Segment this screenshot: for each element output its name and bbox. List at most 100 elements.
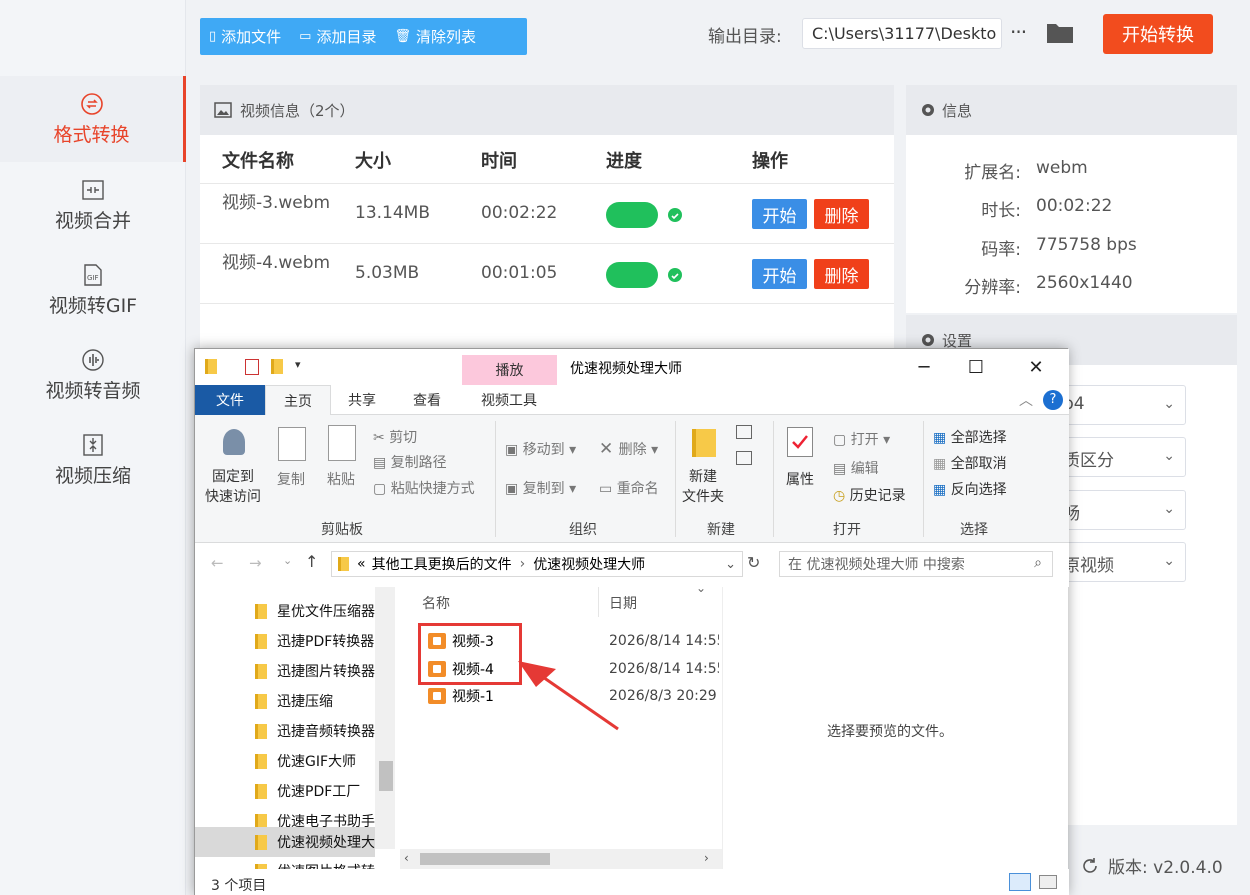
scroll-left-icon[interactable]: ‹	[404, 851, 409, 865]
tab-home[interactable]: 主页	[265, 385, 331, 416]
sidebar-item-audio[interactable]: 视频转音频	[0, 332, 186, 418]
open-folder-icon[interactable]	[1046, 20, 1074, 44]
history-button[interactable]: ◷ 历史记录	[833, 485, 906, 505]
nav-item[interactable]: 优速PDF工厂	[255, 779, 360, 803]
help-icon[interactable]: ?	[1043, 390, 1063, 410]
open-button[interactable]: ▢ 打开 ▾	[833, 429, 890, 449]
file-explorer-window[interactable]: ▾ 播放 优速视频处理大师 ─ ☐ ✕ 文件 主页 共享 查看 视频工具 ︿ ?…	[194, 348, 1069, 895]
sidebar-item-merge[interactable]: 视频合并	[0, 162, 186, 248]
horizontal-scrollbar[interactable]: ‹ ›	[400, 849, 722, 869]
add-file-button[interactable]: ▯ 添加文件	[200, 18, 290, 55]
nav-item-label: 优速PDF工厂	[277, 784, 361, 800]
maximize-button[interactable]: ☐	[947, 349, 1005, 385]
clear-list-button[interactable]: 🗑 清除列表	[385, 18, 485, 55]
select-none-button[interactable]: ▦ 全部取消	[933, 453, 1007, 473]
nav-item[interactable]: 优速GIF大师	[255, 749, 356, 773]
sidebar-item-gif[interactable]: GIF 视频转GIF	[0, 247, 186, 333]
pin-quick-access-button[interactable]: 固定到 快速访问	[205, 467, 261, 507]
nav-item[interactable]: 迅捷音频转换器	[255, 719, 375, 743]
sidebar-item-format-convert[interactable]: 格式转换	[0, 76, 186, 162]
nav-item[interactable]: 优速图片格式转	[255, 859, 375, 869]
version-info[interactable]: 版本: v2.0.4.0	[1080, 853, 1223, 878]
delete-button[interactable]: 删除	[814, 199, 869, 229]
tab-view[interactable]: 查看	[395, 385, 459, 415]
col-date-header[interactable]: 日期	[609, 593, 637, 613]
start-convert-button[interactable]: 开始转换	[1103, 14, 1213, 54]
delete-ribbon-button[interactable]: ✕ 删除 ▾	[599, 439, 658, 459]
rename-button[interactable]: ▭ 重命名	[599, 478, 659, 498]
add-file-label: 添加文件	[221, 28, 282, 46]
forward-arrow-icon[interactable]: →	[249, 554, 262, 572]
chevron-down-icon[interactable]: ⌄	[725, 557, 736, 572]
start-button[interactable]: 开始	[752, 199, 807, 229]
minimize-button[interactable]: ─	[895, 349, 953, 385]
tab-file[interactable]: 文件	[195, 385, 265, 415]
folder-icon	[255, 603, 267, 619]
nav-item[interactable]: 星优文件压缩器	[255, 599, 375, 623]
delete-button[interactable]: 删除	[814, 259, 869, 289]
new-folder-icon[interactable]	[271, 359, 283, 374]
new-folder-button[interactable]: 新建 文件夹	[682, 467, 724, 507]
recent-dropdown-icon[interactable]: ⌄	[283, 554, 292, 567]
col-name-header[interactable]: 名称	[422, 593, 450, 613]
list-item[interactable]: 视频-1	[428, 686, 494, 706]
back-arrow-icon[interactable]: ←	[211, 554, 224, 572]
nav-item[interactable]: 迅捷PDF转换器	[255, 629, 374, 653]
folder-icon	[255, 783, 267, 799]
output-path-field[interactable]: C:\Users\31177\Deskto	[802, 18, 1002, 49]
more-options-button[interactable]: ···	[1010, 20, 1027, 44]
nav-item-selected[interactable]: 优速视频处理大	[255, 830, 375, 854]
scrollbar-thumb[interactable]	[420, 853, 550, 865]
add-folder-button[interactable]: ▭ 添加目录	[290, 18, 385, 55]
paste-shortcut-button[interactable]: ▢ 粘贴快捷方式	[373, 478, 475, 498]
invert-label: 反向选择	[950, 482, 1007, 498]
search-placeholder: 在 优速视频处理大师 中搜索	[788, 557, 965, 573]
table-row[interactable]: 视频-3.webm 13.14MB 00:02:22 开始 删除	[200, 184, 894, 244]
new-folder-icon	[692, 429, 716, 457]
folder-icon	[255, 753, 267, 769]
breadcrumb-item[interactable]: 优速视频处理大师	[533, 554, 645, 574]
select-all-button[interactable]: ▦ 全部选择	[933, 427, 1007, 447]
properties-icon[interactable]	[245, 359, 259, 375]
tab-video-tools[interactable]: 视频工具	[463, 385, 555, 415]
copy-button[interactable]: 复制	[277, 469, 305, 489]
customize-arrow-icon[interactable]: ▾	[295, 358, 301, 371]
nav-item[interactable]: 迅捷压缩	[255, 689, 333, 713]
refresh-icon[interactable]: ↻	[747, 553, 760, 572]
move-icon: ▣	[505, 442, 523, 458]
tab-share[interactable]: 共享	[331, 385, 393, 415]
output-dir-label: 输出目录:	[708, 27, 782, 47]
collapse-ribbon-icon[interactable]: ︿	[1019, 390, 1033, 410]
nav-item[interactable]: 迅捷图片转换器	[255, 659, 375, 683]
copy-path-button[interactable]: ▤ 复制路径	[373, 452, 447, 472]
up-arrow-icon[interactable]: ↑	[305, 552, 318, 571]
start-button[interactable]: 开始	[752, 259, 807, 289]
scroll-right-icon[interactable]: ›	[704, 851, 709, 865]
cut-button[interactable]: ✂ 剪切	[373, 427, 417, 447]
properties-button[interactable]: 属性	[786, 469, 814, 489]
copy-to-button[interactable]: ▣ 复制到 ▾	[505, 478, 576, 498]
address-bar[interactable]: « 其他工具更换后的文件 › 优速视频处理大师 ⌄	[331, 551, 743, 577]
new-item-icon[interactable]	[736, 425, 752, 439]
edit-button[interactable]: ▤ 编辑	[833, 458, 879, 478]
breadcrumb-item[interactable]: 其他工具更换后的文件	[372, 554, 512, 574]
file-count-label: 视频信息（2个）	[240, 101, 355, 120]
gear-icon	[922, 104, 934, 116]
breadcrumb-overflow[interactable]: «	[357, 556, 366, 572]
table-row[interactable]: 视频-4.webm 5.03MB 00:01:05 开始 删除	[200, 244, 894, 304]
context-tab-play[interactable]: 播放	[462, 355, 557, 385]
invert-selection-button[interactable]: ▦ 反向选择	[933, 479, 1007, 499]
sidebar-item-compress[interactable]: 视频压缩	[0, 417, 186, 503]
nav-item-label: 迅捷图片转换器	[277, 664, 375, 680]
paste-button[interactable]: 粘贴	[327, 469, 355, 489]
merge-icon	[82, 180, 104, 200]
move-to-button[interactable]: ▣ 移动到 ▾	[505, 439, 576, 459]
details-view-icon[interactable]	[1009, 873, 1031, 891]
compress-icon	[83, 434, 103, 456]
large-icons-view-icon[interactable]	[1039, 875, 1057, 889]
scrollbar-thumb[interactable]	[379, 761, 393, 791]
search-input[interactable]: 在 优速视频处理大师 中搜索 ⌕	[779, 551, 1053, 577]
easy-access-icon[interactable]	[736, 451, 752, 465]
nav-scrollbar[interactable]	[375, 587, 395, 849]
close-button[interactable]: ✕	[1007, 349, 1065, 385]
